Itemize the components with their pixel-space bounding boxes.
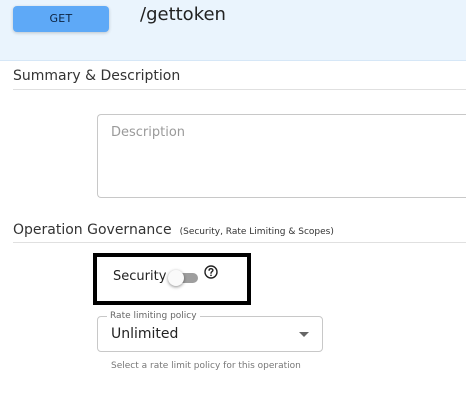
- operation-header[interactable]: GET /gettoken: [0, 0, 466, 61]
- governance-section-title: Operation Governance (Security, Rate Limi…: [13, 222, 334, 238]
- summary-divider: [13, 89, 466, 90]
- api-operation-panel: GET /gettoken Summary & Description Oper…: [0, 0, 466, 407]
- description-field[interactable]: [97, 114, 466, 198]
- rate-limit-label: Rate limiting policy: [107, 311, 200, 321]
- security-toggle-thumb: [168, 270, 184, 286]
- rate-limit-helper-text: Select a rate limit policy for this oper…: [111, 361, 301, 371]
- security-label: Security: [113, 269, 167, 284]
- rate-limit-select[interactable]: Rate limiting policy Unlimited: [97, 311, 323, 352]
- http-method-badge[interactable]: GET: [13, 6, 109, 32]
- security-toggle[interactable]: [168, 270, 198, 286]
- summary-section-title: Summary & Description: [13, 68, 181, 84]
- caret-down-icon[interactable]: [299, 332, 309, 337]
- operation-path: /gettoken: [140, 4, 226, 25]
- governance-divider: [13, 242, 466, 243]
- rate-limit-value: Unlimited: [111, 326, 179, 342]
- description-input[interactable]: [111, 125, 453, 187]
- governance-title-text: Operation Governance: [13, 222, 172, 238]
- question-circle-icon[interactable]: [204, 265, 218, 279]
- governance-subtitle: (Security, Rate Limiting & Scopes): [179, 227, 334, 237]
